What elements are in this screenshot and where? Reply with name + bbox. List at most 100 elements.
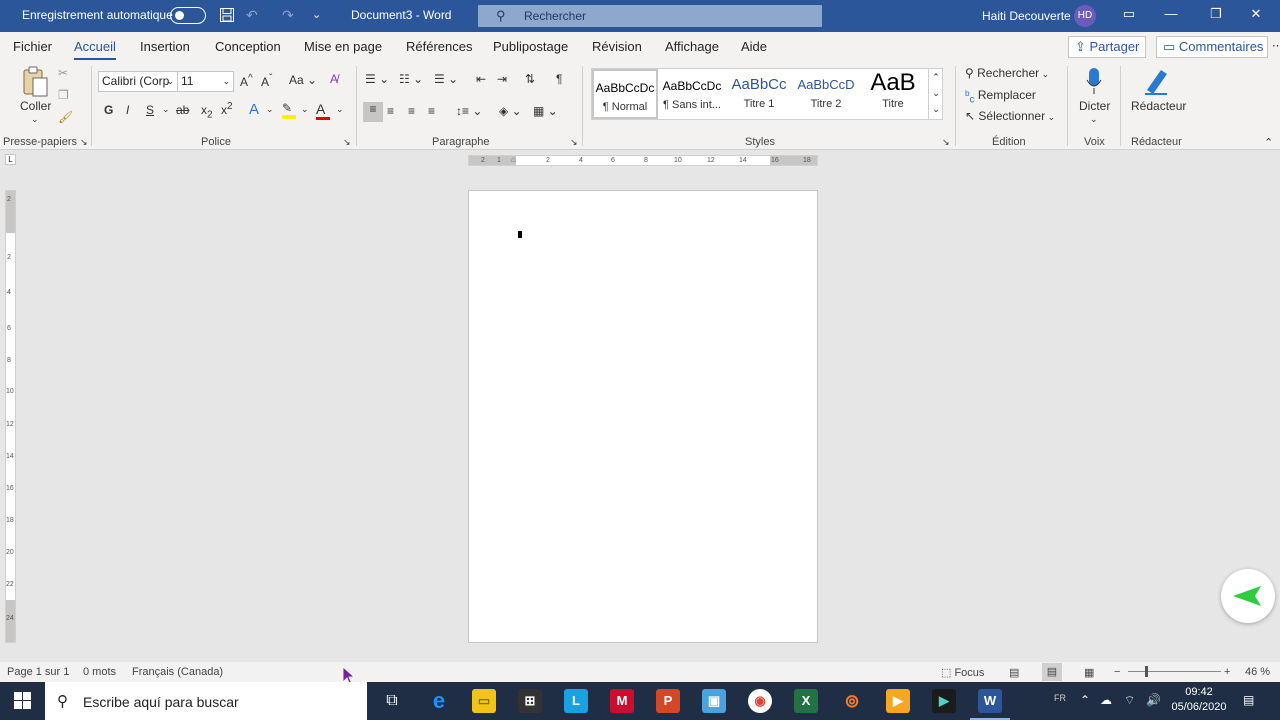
editor-label[interactable]: Rédacteur [1131, 99, 1186, 113]
font-size-combo[interactable]: 11 ⌄ [177, 71, 234, 92]
bold-button[interactable]: G [104, 103, 113, 117]
paste-label[interactable]: Coller [20, 99, 51, 113]
shrink-font-icon[interactable]: Aˇ [261, 73, 272, 89]
clipboard-launcher-icon[interactable]: ↘ [80, 137, 88, 148]
share-button[interactable]: ⇪ Partager [1068, 36, 1146, 58]
shading-icon[interactable]: ◈ ⌄ [499, 104, 522, 118]
zoom-slider[interactable] [1128, 671, 1221, 672]
zoom-in-icon[interactable]: + [1224, 666, 1230, 678]
paragraph-launcher-icon[interactable]: ↘ [570, 137, 578, 148]
user-name[interactable]: Haiti Decouverte [982, 9, 1071, 23]
tab-affichage[interactable]: Affichage [665, 39, 719, 54]
restore-icon[interactable]: ❐ [1206, 6, 1226, 22]
tab-mise-en-page[interactable]: Mise en page [304, 39, 382, 54]
tab-accueil[interactable]: Accueil [74, 39, 116, 60]
notification-icon[interactable]: ▤ [1243, 693, 1254, 707]
clock[interactable]: 09:42 05/06/2020 [1170, 685, 1228, 715]
zoom-out-icon[interactable]: − [1114, 666, 1120, 678]
replace-button[interactable]: ᵇc Remplacer [965, 88, 1036, 105]
styles-scroll[interactable]: ⌃ ⌄ ⌄ [928, 69, 943, 119]
tab-publipostage[interactable]: Publipostage [493, 39, 568, 54]
file-explorer-icon[interactable]: ▭ [472, 689, 496, 713]
superscript-icon[interactable]: x2 [221, 101, 233, 117]
show-marks-icon[interactable]: ¶ [556, 72, 562, 86]
windows-start-icon[interactable] [14, 692, 31, 712]
text-effects-icon[interactable]: A [249, 101, 259, 118]
style-no-spacing[interactable]: AaBbCcDc ¶ Sans int... [659, 69, 725, 119]
bullets-icon[interactable]: ☰ ⌄ [365, 72, 389, 86]
microphone-icon[interactable] [1085, 66, 1103, 99]
read-mode-icon[interactable]: ▤ [1009, 666, 1019, 679]
style-normal[interactable]: AaBbCcDc ¶ Normal [592, 69, 658, 119]
increase-indent-icon[interactable]: ⇥ [497, 72, 507, 86]
task-view-icon[interactable]: ⧉ [380, 689, 404, 713]
volume-icon[interactable]: 🔊 [1146, 693, 1161, 707]
minimize-icon[interactable]: — [1161, 6, 1181, 21]
video-app-icon[interactable]: ▶ [886, 689, 910, 713]
sort-icon[interactable]: ⇅ [525, 72, 535, 86]
cut-icon[interactable]: ✂ [58, 66, 68, 80]
chevron-down-icon[interactable]: ⌄ [929, 85, 943, 101]
numbering-icon[interactable]: ☷ ⌄ [399, 72, 423, 86]
align-left-icon[interactable]: ≡ [363, 102, 383, 122]
format-painter-icon[interactable]: 🖌 [58, 110, 73, 124]
search-box[interactable]: ⚲ Rechercher [478, 5, 822, 27]
zoom-slider-thumb[interactable] [1145, 666, 1148, 677]
align-center-icon[interactable]: ≡ [387, 104, 394, 118]
language-status[interactable]: Français (Canada) [132, 666, 223, 678]
more-icon[interactable]: ⋯ [1272, 39, 1280, 52]
document-page[interactable] [468, 190, 818, 643]
clear-formatting-icon[interactable]: A̸ [330, 72, 338, 86]
powerpoint-icon[interactable]: P [656, 689, 680, 713]
indent-marker-icon[interactable]: ⌂ [511, 155, 516, 164]
underline-button[interactable]: S [146, 103, 154, 117]
tab-aide[interactable]: Aide [741, 39, 767, 54]
app-l-icon[interactable]: L [564, 689, 588, 713]
dictate-dropdown-icon[interactable]: ⌄ [1090, 114, 1098, 125]
tab-selector-icon[interactable]: L [5, 154, 16, 165]
store-icon[interactable]: ⊞ [518, 689, 542, 713]
align-right-icon[interactable]: ≡ [408, 104, 415, 118]
decrease-indent-icon[interactable]: ⇤ [476, 72, 486, 86]
back-arrow-button[interactable] [1221, 569, 1275, 623]
dictate-label[interactable]: Dicter [1079, 99, 1110, 113]
ribbon-display-options-icon[interactable]: ▭ [1119, 6, 1139, 22]
focus-button[interactable]: ⬚ Focus [941, 666, 984, 679]
tab-revision[interactable]: Révision [592, 39, 642, 54]
tray-lang[interactable]: FR [1054, 693, 1066, 703]
copy-icon[interactable]: ❐ [58, 88, 69, 102]
save-icon[interactable] [219, 7, 235, 26]
zoom-level[interactable]: 46 % [1245, 666, 1270, 678]
screen-app-icon[interactable]: ▣ [702, 689, 726, 713]
multilevel-list-icon[interactable]: ☰ ⌄ [434, 72, 458, 86]
styles-launcher-icon[interactable]: ↘ [942, 137, 950, 148]
justify-icon[interactable]: ≡ [428, 104, 435, 118]
paste-icon[interactable] [21, 66, 49, 98]
find-button[interactable]: ⚲ Rechercher ⌄ [965, 66, 1049, 80]
redo-icon[interactable]: ↷ [282, 7, 294, 23]
excel-icon[interactable]: X [794, 689, 818, 713]
collapse-ribbon-icon[interactable]: ⌃ [1264, 136, 1273, 149]
strikethrough-button[interactable]: ab [176, 103, 189, 117]
editor-icon[interactable] [1141, 66, 1171, 99]
paste-dropdown-icon[interactable]: ⌄ [31, 114, 39, 125]
text-effects-dropdown-icon[interactable]: ⌄ [266, 104, 274, 115]
avatar[interactable]: HD [1074, 5, 1096, 27]
page-count[interactable]: Page 1 sur 1 [7, 666, 69, 678]
horizontal-ruler[interactable]: 2 1 2 4 6 8 10 12 14 16 18 ⌂ [468, 155, 818, 166]
undo-icon[interactable]: ↶ [246, 7, 258, 23]
style-heading-1[interactable]: AaBbCc Titre 1 [726, 69, 792, 119]
line-spacing-icon[interactable]: ↕≡ ⌄ [456, 104, 482, 118]
autosave-toggle[interactable] [170, 7, 206, 24]
editor-app-icon[interactable]: ▶ [932, 689, 956, 713]
select-button[interactable]: ↖ Sélectionner ⌄ [965, 109, 1055, 123]
subscript-icon[interactable]: x2 [201, 103, 213, 120]
close-icon[interactable]: ✕ [1246, 6, 1266, 22]
vertical-ruler[interactable]: 2 2 4 6 8 10 12 14 16 18 20 22 24 [5, 190, 16, 643]
change-case-button[interactable]: Aa ⌄ [289, 73, 317, 87]
blender-icon[interactable]: ⊚ [840, 689, 864, 713]
tab-insertion[interactable]: Insertion [140, 39, 190, 54]
tab-fichier[interactable]: Fichier [13, 39, 52, 54]
tab-references[interactable]: Références [406, 39, 472, 54]
underline-dropdown-icon[interactable]: ⌄ [162, 104, 170, 115]
